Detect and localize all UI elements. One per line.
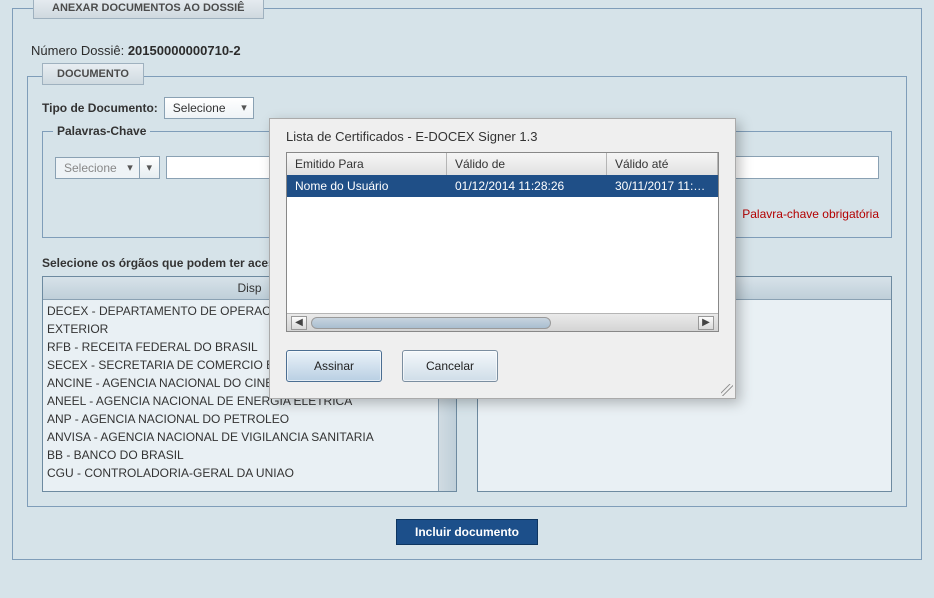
- dossie-value: 20150000000710-2: [128, 43, 241, 58]
- assinar-button[interactable]: Assinar: [286, 350, 382, 382]
- certificados-hscrollbar[interactable]: ◀ ▶: [287, 313, 718, 331]
- col-emitido-para[interactable]: Emitido Para: [287, 153, 447, 175]
- hscroll-right-icon[interactable]: ▶: [698, 316, 714, 330]
- cell-valido-de: 01/12/2014 11:28:26: [447, 175, 607, 197]
- tipo-documento-row: Tipo de Documento: Selecione: [42, 97, 892, 119]
- tipo-documento-select[interactable]: Selecione: [164, 97, 254, 119]
- list-item[interactable]: ANP - AGENCIA NACIONAL DO PETROLEO: [47, 410, 434, 428]
- list-item[interactable]: BB - BANCO DO BRASIL: [47, 446, 434, 464]
- palavras-chave-legend: Palavras-Chave: [53, 124, 150, 138]
- certificados-modal-title: Lista de Certificados - E-DOCEX Signer 1…: [286, 129, 719, 144]
- certificados-table-header: Emitido Para Válido de Válido até: [287, 153, 718, 175]
- dossie-line: Número Dossiê: 20150000000710-2: [31, 43, 907, 58]
- certificados-modal: Lista de Certificados - E-DOCEX Signer 1…: [269, 118, 736, 399]
- hscroll-left-icon[interactable]: ◀: [291, 316, 307, 330]
- certificados-table: Emitido Para Válido de Válido até Nome d…: [286, 152, 719, 332]
- col-valido-ate[interactable]: Válido até: [607, 153, 718, 175]
- cancelar-button[interactable]: Cancelar: [402, 350, 498, 382]
- hscroll-thumb[interactable]: [311, 317, 551, 329]
- cell-valido-ate: 30/11/2017 11:28:26: [607, 175, 718, 197]
- documento-tab: DOCUMENTO: [42, 63, 144, 85]
- palavras-chave-select[interactable]: Selecione: [55, 157, 140, 179]
- list-item[interactable]: CGU - CONTROLADORIA-GERAL DA UNIAO: [47, 464, 434, 482]
- incluir-documento-button[interactable]: Incluir documento: [396, 519, 538, 545]
- list-item[interactable]: ANVISA - AGENCIA NACIONAL DE VIGILANCIA …: [47, 428, 434, 446]
- table-row[interactable]: Nome do Usuário 01/12/2014 11:28:26 30/1…: [287, 175, 718, 197]
- cell-emitido: Nome do Usuário: [287, 175, 447, 197]
- panel-title: ANEXAR DOCUMENTOS AO DOSSIÊ: [33, 0, 264, 19]
- palavras-chave-dropdown-button[interactable]: ▾: [140, 156, 160, 179]
- resize-handle-icon[interactable]: [721, 384, 733, 396]
- tipo-documento-label: Tipo de Documento:: [42, 101, 158, 115]
- col-valido-de[interactable]: Válido de: [447, 153, 607, 175]
- dossie-label: Número Dossiê:: [31, 43, 124, 58]
